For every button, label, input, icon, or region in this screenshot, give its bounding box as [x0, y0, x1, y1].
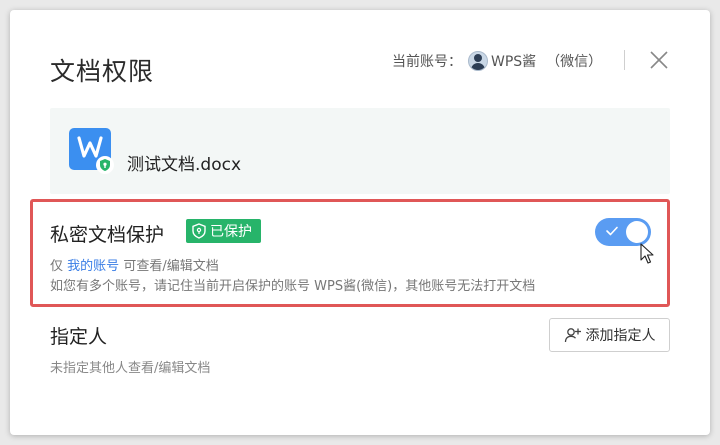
- check-icon: [606, 226, 618, 236]
- account-source: （微信）: [546, 54, 603, 70]
- assignee-desc: 未指定其他人查看/编辑文档: [50, 361, 211, 376]
- wps-writer-file-icon: [69, 128, 114, 174]
- assignee-title: 指定人: [50, 326, 108, 348]
- private-protection-toggle[interactable]: [595, 218, 651, 246]
- private-protection-desc: 仅 我的账号 可查看/编辑文档: [50, 255, 219, 274]
- my-account-link[interactable]: 我的账号: [67, 259, 119, 274]
- header-divider: [624, 50, 625, 70]
- add-user-icon: [564, 328, 581, 343]
- private-protection-note: 如您有多个账号，请记住当前开启保护的账号 WPS酱(微信)，其他账号无法打开文档: [50, 279, 536, 294]
- current-account: 当前账号： WPS酱 （微信）: [392, 50, 602, 72]
- account-name: WPS酱: [491, 54, 537, 70]
- mouse-cursor-icon: [640, 243, 654, 264]
- status-badge-label: 已保护: [210, 224, 252, 240]
- status-badge: 已保护: [186, 219, 261, 243]
- add-assignee-button[interactable]: 添加指定人: [549, 318, 670, 352]
- shield-icon: [192, 223, 206, 239]
- file-card: 测试文档.docx: [50, 108, 670, 194]
- shield-badge-icon: [96, 156, 114, 174]
- account-prefix: 当前账号：: [392, 54, 462, 70]
- toggle-knob: [626, 221, 648, 243]
- permission-dialog: 文档权限 当前账号： WPS酱 （微信） 测试文档.docx 私密文档保护 已保…: [10, 10, 710, 435]
- file-name: 测试文档.docx: [127, 155, 242, 175]
- dialog-title: 文档权限: [50, 57, 155, 86]
- close-icon: [650, 51, 668, 69]
- desc-prefix: 仅: [50, 259, 64, 274]
- desc-suffix: 可查看/编辑文档: [123, 259, 219, 274]
- close-button[interactable]: [648, 49, 670, 71]
- private-protection-title: 私密文档保护: [50, 224, 165, 246]
- avatar: [468, 51, 488, 71]
- add-assignee-label: 添加指定人: [585, 328, 656, 344]
